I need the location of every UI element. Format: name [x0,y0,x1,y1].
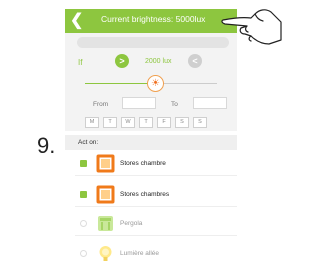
checkbox-checked[interactable] [80,191,87,198]
day-wednesday[interactable]: W [121,117,135,128]
pergola-icon [98,216,113,231]
checkbox-unchecked[interactable] [80,250,87,257]
sun-icon[interactable]: ☀ [147,75,164,92]
lux-threshold-value: 2000 lux [145,58,172,65]
day-monday[interactable]: M [85,117,99,128]
page-title: Current brightness: 5000lux [101,14,206,24]
list-item[interactable]: Pergola [65,212,237,236]
act-on-header: Act on: [65,135,237,150]
chevron-left-icon[interactable]: ❮ [70,10,83,32]
slider-track-filled[interactable] [85,83,149,84]
day-thursday[interactable]: T [139,117,153,128]
list-item[interactable]: Stores chambre [65,152,237,176]
divider [75,206,237,207]
window-shutter-icon [96,185,115,204]
list-item[interactable]: Lumière allée [65,242,237,266]
act-on-label: Act on: [78,139,99,146]
from-time-field[interactable] [122,97,156,109]
checkbox-unchecked[interactable] [80,220,87,227]
light-bulb-icon [99,246,112,261]
list-item[interactable]: Stores chambres [65,183,237,207]
pointing-hand-icon [221,9,282,45]
to-label: To [171,101,178,108]
condition-panel: If > 2000 lux < ☀ From To M T W T F S S [65,33,237,131]
name-field[interactable] [77,37,229,48]
greater-than-button[interactable]: > [115,54,129,68]
divider [75,175,237,176]
app-screen: ❮ Current brightness: 5000lux If > 2000 … [65,2,237,268]
checkbox-checked[interactable] [80,160,87,167]
day-sunday[interactable]: S [193,117,207,128]
device-name: Stores chambre [120,160,166,167]
device-name: Pergola [120,220,143,227]
window-shutter-icon [96,154,115,173]
step-number: 9. [37,133,56,158]
day-tuesday[interactable]: T [103,117,117,128]
day-friday[interactable]: F [157,117,171,128]
top-bar: ❮ Current brightness: 5000lux [65,9,237,33]
less-than-button[interactable]: < [188,54,202,68]
device-name: Lumière allée [120,250,160,257]
to-time-field[interactable] [193,97,227,109]
from-label: From [93,101,109,108]
divider [75,235,237,236]
device-name: Stores chambres [120,191,170,198]
day-saturday[interactable]: S [175,117,189,128]
if-label: If [78,58,83,67]
slider-track-empty[interactable] [163,83,217,84]
